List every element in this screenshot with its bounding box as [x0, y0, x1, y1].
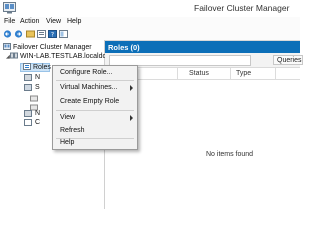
menu-separator	[56, 80, 134, 81]
menu-item-label: Create Empty Role	[60, 98, 120, 105]
column-divider[interactable]	[275, 68, 276, 79]
forward-icon[interactable]	[14, 30, 23, 38]
show-hide-icon[interactable]	[59, 30, 68, 38]
back-icon[interactable]	[3, 30, 12, 38]
tree-item-storage-partial[interactable]: S	[35, 84, 40, 91]
tree-item-nodes-partial[interactable]: N	[35, 74, 40, 81]
tree-label-cluster: WIN-LAB.TESTLAB.localdom	[20, 53, 113, 60]
tree-item-cluster-events-partial[interactable]: C	[35, 119, 40, 126]
up-icon[interactable]	[26, 30, 35, 38]
submenu-arrow-icon	[130, 85, 133, 91]
menu-item-refresh[interactable]: Refresh	[53, 125, 137, 137]
empty-list-message: No items found	[206, 151, 254, 158]
context-menu: Configure Role... Virtual Machines... Cr…	[52, 65, 138, 150]
column-divider[interactable]	[230, 68, 231, 79]
tree-item-failover-cluster-manager[interactable]: Failover Cluster Manager	[3, 43, 92, 52]
window-title: Failover Cluster Manager	[194, 3, 290, 13]
menu-file[interactable]: File	[4, 18, 15, 25]
submenu-arrow-icon	[130, 115, 133, 121]
column-divider[interactable]	[177, 68, 178, 79]
cluster-app-icon	[3, 2, 16, 14]
nodes-icon	[24, 74, 32, 81]
menu-separator	[56, 110, 134, 111]
menu-item-help[interactable]: Help	[53, 137, 137, 149]
menu-action[interactable]: Action	[20, 18, 39, 25]
menu-item-view[interactable]: View	[53, 112, 137, 124]
networks-icon	[24, 110, 32, 117]
column-status[interactable]: Status	[189, 70, 209, 77]
tree-item-roles[interactable]: Roles	[23, 63, 51, 72]
disks-icon	[30, 95, 38, 102]
menu-view[interactable]: View	[46, 18, 61, 25]
menu-item-label: Help	[60, 139, 75, 146]
roles-icon	[23, 63, 31, 70]
cluster-icon	[10, 52, 18, 59]
cluster-events-icon	[24, 119, 32, 126]
roles-title: Roles (0)	[108, 43, 140, 52]
tree-label-roles: Roles	[33, 64, 51, 71]
menu-item-label: Virtual Machines...	[60, 84, 118, 91]
menu-item-virtual-machines[interactable]: Virtual Machines...	[53, 82, 137, 94]
properties-icon[interactable]	[37, 30, 46, 38]
queries-button[interactable]: Queries	[273, 55, 303, 65]
help-icon[interactable]: ?	[48, 30, 57, 38]
column-type[interactable]: Type	[236, 70, 251, 77]
menu-item-label: View	[60, 114, 76, 121]
tree-label-root: Failover Cluster Manager	[13, 44, 92, 51]
title-bar: Failover Cluster Manager	[0, 0, 300, 18]
menu-item-label: Configure Role...	[60, 69, 113, 76]
cluster-manager-icon	[3, 43, 11, 50]
menu-item-create-empty-role[interactable]: Create Empty Role	[53, 96, 137, 108]
menu-help[interactable]: Help	[67, 18, 81, 25]
tree-item-networks-partial[interactable]: N	[35, 110, 40, 117]
menu-item-label: Refresh	[60, 127, 85, 134]
menu-item-configure-role[interactable]: Configure Role...	[53, 67, 137, 79]
roles-panel-header: Roles (0)	[105, 41, 300, 53]
storage-icon	[24, 84, 32, 91]
svg-text:?: ?	[51, 32, 54, 39]
tree-item-cluster[interactable]: ◢ WIN-LAB.TESTLAB.localdom	[6, 52, 112, 61]
